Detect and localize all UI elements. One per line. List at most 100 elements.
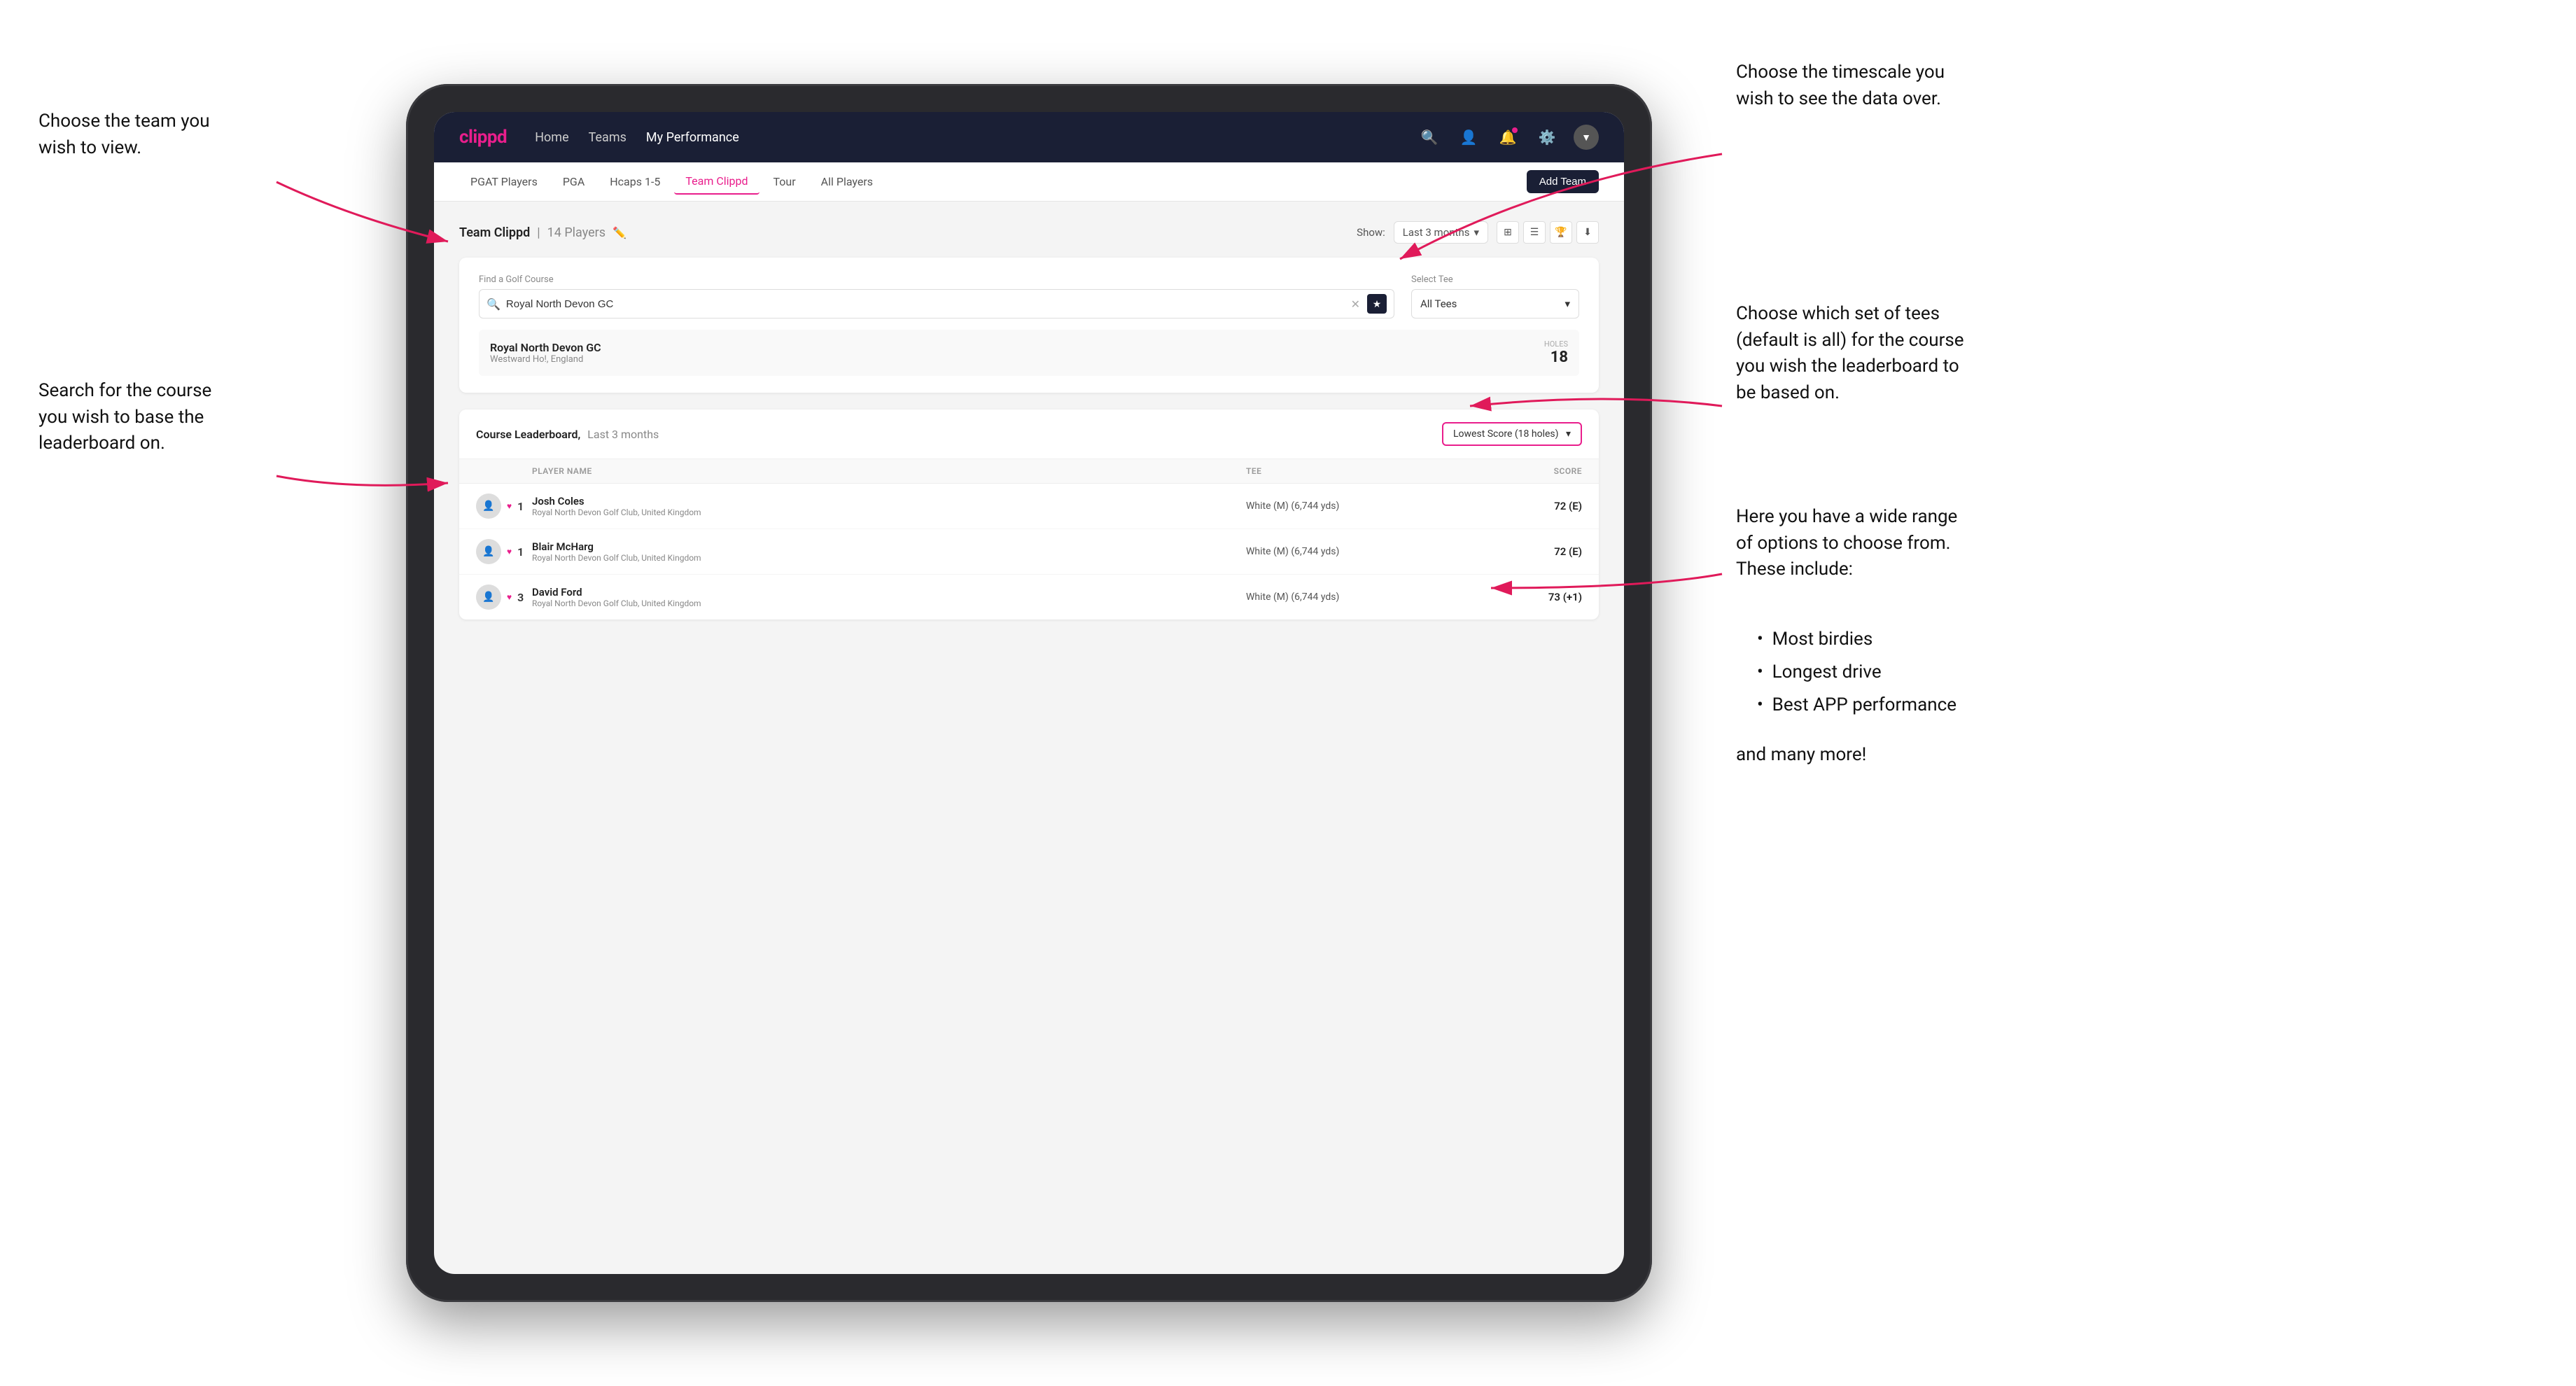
player-count: | [537,225,540,240]
player-info-3: David Ford Royal North Devon Golf Club, … [532,586,1246,608]
leaderboard-header: Course Leaderboard, Last 3 months Lowest… [459,410,1599,459]
ipad-device: clippd Home Teams My Performance 🔍 👤 🔔 ⚙… [406,84,1652,1302]
course-result-location: Westward Ho!, England [490,354,601,365]
subnav-hcaps[interactable]: Hcaps 1-5 [598,169,671,194]
score-filter-value: Lowest Score (18 holes) [1453,428,1559,440]
player-name-2: Blair McHarg [532,540,1246,553]
team-header: Team Clippd | 14 Players ✏️ Show: Last 3… [459,221,1599,244]
dropdown-chevron: ▾ [1474,226,1479,239]
holes-label: Holes [1544,340,1568,349]
list-item-3: • Best APP performance [1757,694,1956,715]
course-result-name: Royal North Devon GC [490,341,601,354]
score-cell-1: 72 (E) [1456,500,1582,512]
course-result: Royal North Devon GC Westward Ho!, Engla… [479,330,1579,376]
list-view-icon[interactable]: ☰ [1523,221,1546,244]
nav-links: Home Teams My Performance [535,130,739,145]
col-header-player: PLAYER NAME [532,466,1246,476]
list-item-2: • Longest drive [1757,662,1882,682]
timeframe-dropdown[interactable]: Last 3 months ▾ [1394,221,1488,244]
col-header-score: SCORE [1456,466,1582,476]
player-club-2: Royal North Devon Golf Club, United King… [532,553,1246,563]
select-tee-field: Select Tee All Tees ▾ [1411,274,1579,318]
tee-cell-2: White (M) (6,744 yds) [1246,546,1456,557]
grid-view-icon[interactable]: ⊞ [1497,221,1519,244]
player-count-value: 14 Players [547,225,606,240]
holes-box: Holes 18 [1544,340,1568,366]
leaderboard-card: Course Leaderboard, Last 3 months Lowest… [459,410,1599,620]
tee-chevron: ▾ [1564,298,1570,310]
subnav-pga[interactable]: PGA [552,169,596,194]
table-row: 👤 ♥ 3 David Ford Royal North Devon Golf … [459,575,1599,620]
nav-my-performance[interactable]: My Performance [646,130,739,145]
course-search-wrap: 🔍 ✕ ★ [479,289,1394,318]
col-header-rank [476,466,532,476]
nav-teams[interactable]: Teams [589,130,626,145]
subnav-all-players[interactable]: All Players [810,169,884,194]
heart-icon-1: ♥ [507,501,512,511]
player-name-3: David Ford [532,586,1246,598]
course-result-info: Royal North Devon GC Westward Ho!, Engla… [490,341,601,365]
star-favorite-button[interactable]: ★ [1367,294,1387,314]
score-dropdown-chevron: ▾ [1566,428,1571,440]
player-avatar-1: 👤 [476,493,501,519]
rank-num-2: 1 [517,545,524,559]
course-search-input[interactable] [506,298,1344,310]
subnav-team-clippd[interactable]: Team Clippd [674,169,759,195]
tee-cell-3: White (M) (6,744 yds) [1246,592,1456,603]
annotation-mid-left: Search for the courseyou wish to base th… [38,378,211,457]
annotation-footer: and many more! [1736,742,1866,769]
avatar[interactable]: ▼ [1574,125,1599,150]
settings-icon[interactable]: ⚙️ [1534,125,1560,150]
team-name: Team Clippd [459,225,530,240]
subnav-pgat[interactable]: PGAT Players [459,169,549,194]
nav-home[interactable]: Home [535,130,568,145]
add-team-button[interactable]: Add Team [1527,170,1599,193]
player-club-1: Royal North Devon Golf Club, United King… [532,507,1246,517]
annotation-mid-right: Choose which set of tees(default is all)… [1736,301,1964,407]
bell-icon[interactable]: 🔔 [1495,125,1520,150]
app-container: clippd Home Teams My Performance 🔍 👤 🔔 ⚙… [434,112,1624,1274]
annotation-top-left: Choose the team youwish to view. [38,108,210,161]
heart-icon-3: ♥ [507,592,512,602]
player-avatar-3: 👤 [476,584,501,610]
team-title-group: Team Clippd | 14 Players ✏️ [459,225,626,240]
find-course-field: Find a Golf Course 🔍 ✕ ★ [479,274,1394,318]
heart-icon-2: ♥ [507,547,512,556]
search-icon-inner: 🔍 [486,298,500,311]
holes-number: 18 [1544,349,1568,366]
person-icon[interactable]: 👤 [1456,125,1481,150]
subnav-tour[interactable]: Tour [762,169,807,194]
clear-search-button[interactable]: ✕ [1350,296,1362,312]
col-header-tee: TEE [1246,466,1456,476]
annotation-list: • Most birdies • Longest drive • Best AP… [1757,623,1956,721]
sub-nav: PGAT Players PGA Hcaps 1-5 Team Clippd T… [434,162,1624,202]
tee-cell-1: White (M) (6,744 yds) [1246,500,1456,512]
score-cell-2: 72 (E) [1456,545,1582,558]
tee-dropdown[interactable]: All Tees ▾ [1411,289,1579,318]
list-item-1: • Most birdies [1757,629,1872,650]
rank-cell-1: 👤 ♥ 1 [476,493,532,519]
find-course-label: Find a Golf Course [479,274,1394,285]
player-avatar-2: 👤 [476,539,501,564]
search-icon[interactable]: 🔍 [1417,125,1442,150]
table-row: 👤 ♥ 1 Blair McHarg Royal North Devon Gol… [459,529,1599,575]
annotation-bottom-right-title: Here you have a wide rangeof options to … [1736,504,1957,583]
download-icon[interactable]: ⬇ [1576,221,1599,244]
select-tee-label: Select Tee [1411,274,1579,285]
rank-cell-2: 👤 ♥ 1 [476,539,532,564]
player-name-1: Josh Coles [532,495,1246,507]
table-header: PLAYER NAME TEE SCORE [459,459,1599,484]
annotation-top-right: Choose the timescale youwish to see the … [1736,59,1945,112]
show-label: Show: [1357,226,1385,239]
top-nav: clippd Home Teams My Performance 🔍 👤 🔔 ⚙… [434,112,1624,162]
app-logo: clippd [459,127,507,148]
edit-icon[interactable]: ✏️ [612,226,626,239]
main-content: Team Clippd | 14 Players ✏️ Show: Last 3… [434,202,1624,1274]
trophy-icon[interactable]: 🏆 [1550,221,1572,244]
course-finder-row: Find a Golf Course 🔍 ✕ ★ Select Tee [479,274,1579,318]
score-filter-dropdown[interactable]: Lowest Score (18 holes) ▾ [1442,422,1582,446]
player-info-2: Blair McHarg Royal North Devon Golf Club… [532,540,1246,563]
score-cell-3: 73 (+1) [1456,591,1582,603]
tee-value: All Tees [1420,298,1457,310]
player-club-3: Royal North Devon Golf Club, United King… [532,598,1246,608]
